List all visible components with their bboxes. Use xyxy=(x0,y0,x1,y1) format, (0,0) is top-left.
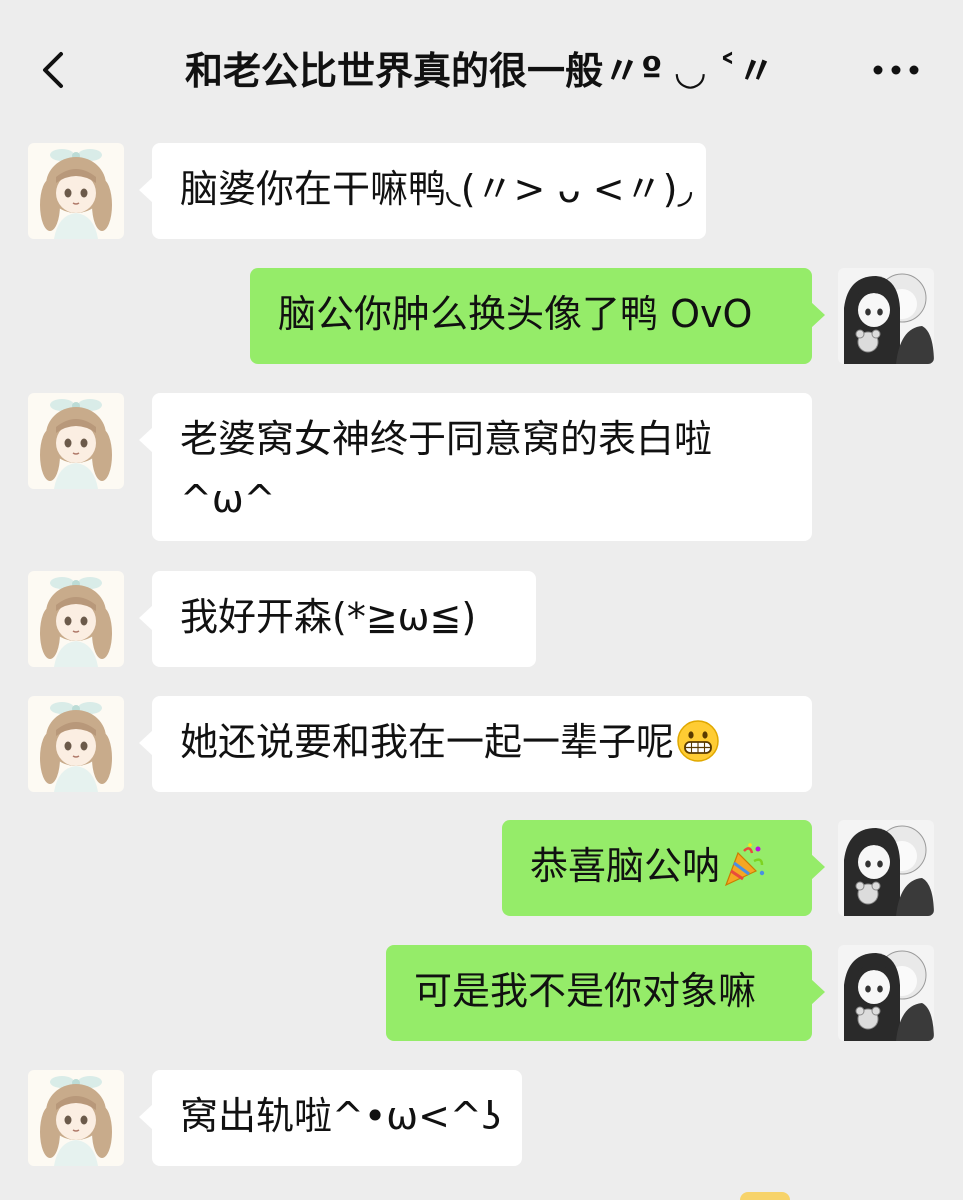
my-avatar[interactable] xyxy=(838,945,934,1041)
girl-avatar-image xyxy=(28,696,124,792)
partial-emoji-peek xyxy=(740,1192,790,1200)
girl-avatar-image xyxy=(28,393,124,489)
message-bubble-incoming[interactable]: 老婆窝女神终于同意窝的表白啦^ω^ xyxy=(139,393,812,541)
grinning-face-icon xyxy=(677,719,719,762)
message-text: 可是我不是你对象嘛 xyxy=(414,969,757,1013)
contact-avatar[interactable] xyxy=(28,696,124,792)
chat-title: 和老公比世界真的很一般〃º ◡ ˂〃 xyxy=(184,49,776,93)
message-bubble-incoming[interactable]: 我好开森(*≧ω≦) xyxy=(139,571,536,667)
party-popper-icon xyxy=(724,842,765,886)
message-text: 我好开森(*≧ω≦) xyxy=(180,595,477,639)
girl-avatar-image xyxy=(28,143,124,239)
girl-avatar-image xyxy=(28,571,124,667)
message-bubble-outgoing[interactable]: 恭喜脑公呐 xyxy=(502,820,825,916)
girl-avatar-image xyxy=(28,1070,124,1166)
contact-avatar[interactable] xyxy=(28,571,124,667)
chevron-left-icon xyxy=(43,52,63,88)
message-bubble-outgoing[interactable]: 可是我不是你对象嘛 xyxy=(386,945,825,1041)
message-bubble-incoming[interactable]: 窝出轨啦^•ω<^ʖ xyxy=(139,1070,522,1166)
more-dots-icon xyxy=(873,65,919,75)
message-text: 恭喜脑公呐 xyxy=(530,844,721,888)
message-text: 她还说要和我在一起一辈子呢 xyxy=(180,720,675,764)
couple-avatar-image xyxy=(838,268,934,364)
message-text: 窝出轨啦^•ω<^ʖ xyxy=(180,1094,502,1138)
message-text: 老婆窝女神终于同意窝的表白啦^ω^ xyxy=(180,417,713,521)
my-avatar[interactable] xyxy=(838,268,934,364)
message-bubble-outgoing[interactable]: 脑公你肿么换头像了鸭 OvO xyxy=(250,268,825,364)
back-button[interactable] xyxy=(30,48,74,92)
message-text: 脑婆你在干嘛鸭◟(〃> ᴗ <〃)◞ xyxy=(180,167,693,211)
message-bubble-incoming[interactable]: 她还说要和我在一起一辈子呢 xyxy=(139,696,812,792)
chat-header: 和老公比世界真的很一般〃º ◡ ˂〃 xyxy=(0,0,963,140)
couple-avatar-image xyxy=(838,820,934,916)
my-avatar[interactable] xyxy=(838,820,934,916)
contact-avatar[interactable] xyxy=(28,1070,124,1166)
more-button[interactable] xyxy=(866,50,926,90)
couple-avatar-image xyxy=(838,945,934,1041)
contact-avatar[interactable] xyxy=(28,143,124,239)
message-bubble-incoming[interactable]: 脑婆你在干嘛鸭◟(〃> ᴗ <〃)◞ xyxy=(139,143,706,239)
message-text: 脑公你肿么换头像了鸭 OvO xyxy=(278,292,753,336)
contact-avatar[interactable] xyxy=(28,393,124,489)
